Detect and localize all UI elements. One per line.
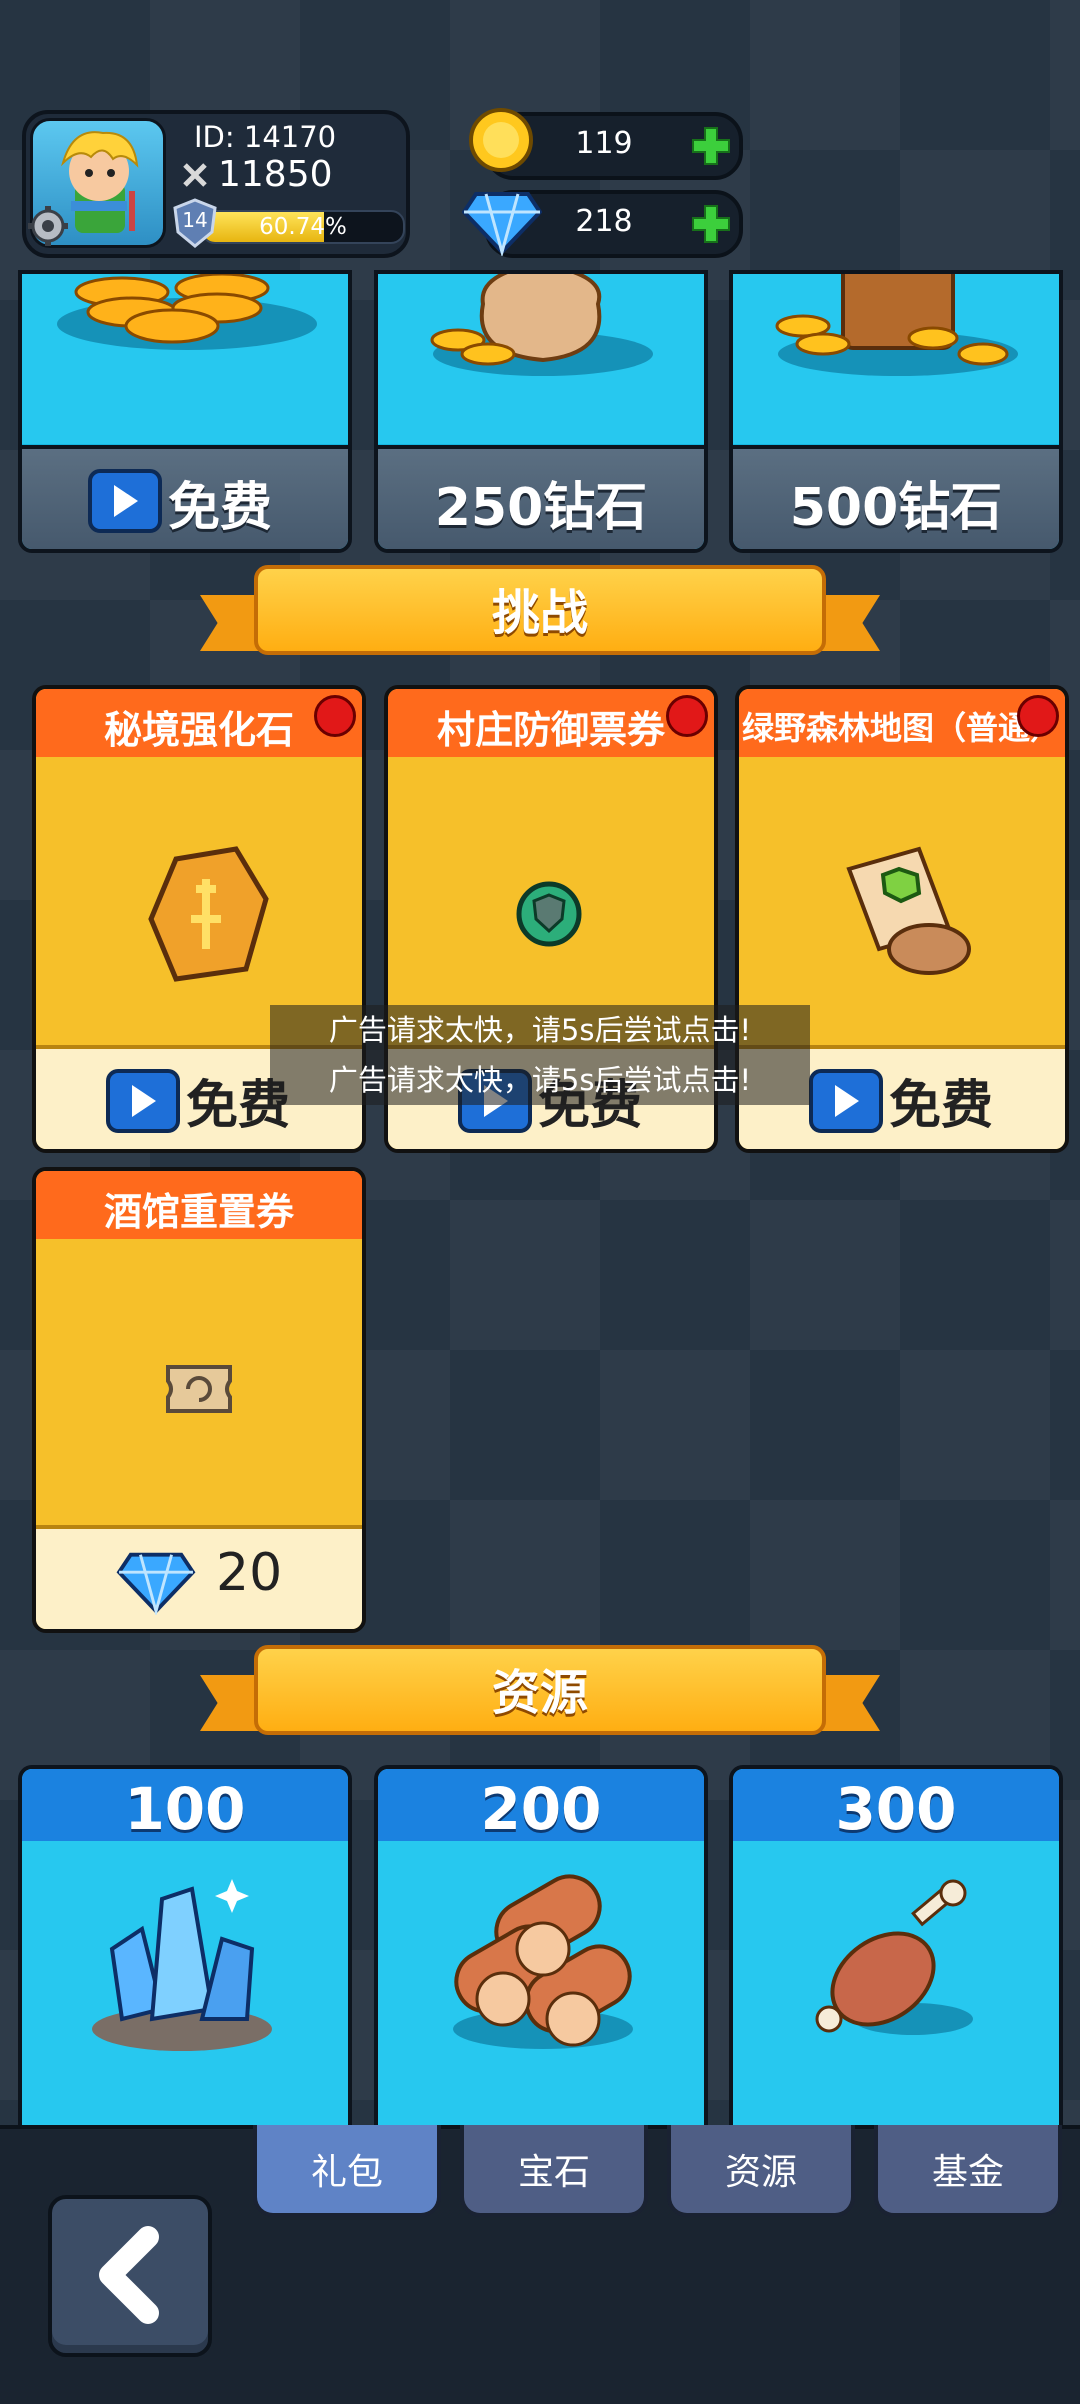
tab-label: 基金 [931,2152,1004,2193]
red-dot-badge [1017,695,1059,737]
gold-pile-icon [22,274,348,444]
diamond-icon [116,1545,196,1619]
section-title: 挑战 [491,585,588,641]
combat-power-value: 11850 [218,154,333,195]
coin-bag-icon [378,274,704,444]
500-diamond-offer[interactable]: 500钻石 [729,270,1063,553]
offer-price-label: 250钻石 [434,478,648,538]
wood-icon [433,1869,643,2063]
item-name: 酒馆重置券 [103,1190,294,1234]
resource-amount: 200 [480,1775,602,1843]
offer-price-label: 500钻石 [789,478,1003,538]
experience-bar: 60.74% [201,210,405,244]
settings-gear-icon[interactable] [26,204,70,248]
item-price: 20 [216,1543,283,1603]
video-ad-icon [809,1069,883,1133]
tab-label: 宝石 [517,2152,590,2193]
250-diamond-offer[interactable]: 250钻石 [374,270,708,553]
diamond-icon [461,184,543,258]
diamond-amount: 218 [575,204,633,239]
toast-message: 广告请求太快，请5s后尝试点击! [270,1005,810,1055]
add-gold-button[interactable] [689,124,733,168]
offer-price-label: 免费 [167,478,272,538]
section-title: 资源 [491,1665,588,1721]
offer-price-bar: 250钻石 [378,445,704,549]
free-gold-offer[interactable]: 免费 [18,270,352,553]
forest-map-scroll-icon [829,839,979,993]
item-name: 绿野森林地图（普通） [741,709,1062,747]
red-dot-badge [314,695,356,737]
wood-resource-card[interactable]: 200 [374,1765,708,2133]
add-diamond-button[interactable] [689,202,733,246]
tab-label: 礼包 [310,2152,383,2193]
coin-barrel-icon [733,274,1059,444]
player-level: 14 [182,208,208,232]
item-price: 免费 [889,1076,994,1136]
tab-gems[interactable]: 宝石 [460,2125,648,2217]
experience-percent: 60.74% [259,214,347,240]
challenge-item-card[interactable]: 酒馆重置券 20 [32,1167,366,1633]
tavern-reset-ticket-icon [164,1361,234,1421]
tab-fund[interactable]: 基金 [874,2125,1062,2217]
red-dot-badge [666,695,708,737]
player-profile-panel[interactable]: ID: 14170 11850 60.74% 14 [22,110,410,258]
resource-section-ribbon: 资源 [200,1645,880,1745]
tab-gift-pack[interactable]: 礼包 [253,2125,441,2217]
item-name: 秘境强化石 [103,708,294,752]
offer-price-bar: 免费 [22,445,348,549]
video-ad-icon [106,1069,180,1133]
tab-label: 资源 [724,2152,797,2193]
crystal-icon [82,1869,282,2063]
tab-resources[interactable]: 资源 [667,2125,855,2217]
village-defense-ticket-icon [514,879,584,953]
toast-message: 广告请求太快，请5s后尝试点击! [270,1055,810,1105]
back-button[interactable] [48,2195,212,2357]
meat-icon [803,1879,983,2053]
player-id: ID: 14170 [194,120,337,154]
challenge-section-ribbon: 挑战 [200,565,880,665]
gold-coin-icon [465,104,537,176]
resource-amount: 300 [835,1775,957,1843]
gold-amount: 119 [575,126,633,161]
item-name: 村庄防御票券 [436,708,665,752]
offer-price-bar: 500钻石 [733,445,1059,549]
resource-amount: 100 [124,1775,246,1843]
crystal-resource-card[interactable]: 100 [18,1765,352,2133]
swords-power-icon [182,162,208,188]
back-arrow-icon [99,2226,159,2324]
secret-realm-stone-icon [136,839,276,993]
meat-resource-card[interactable]: 300 [729,1765,1063,2133]
